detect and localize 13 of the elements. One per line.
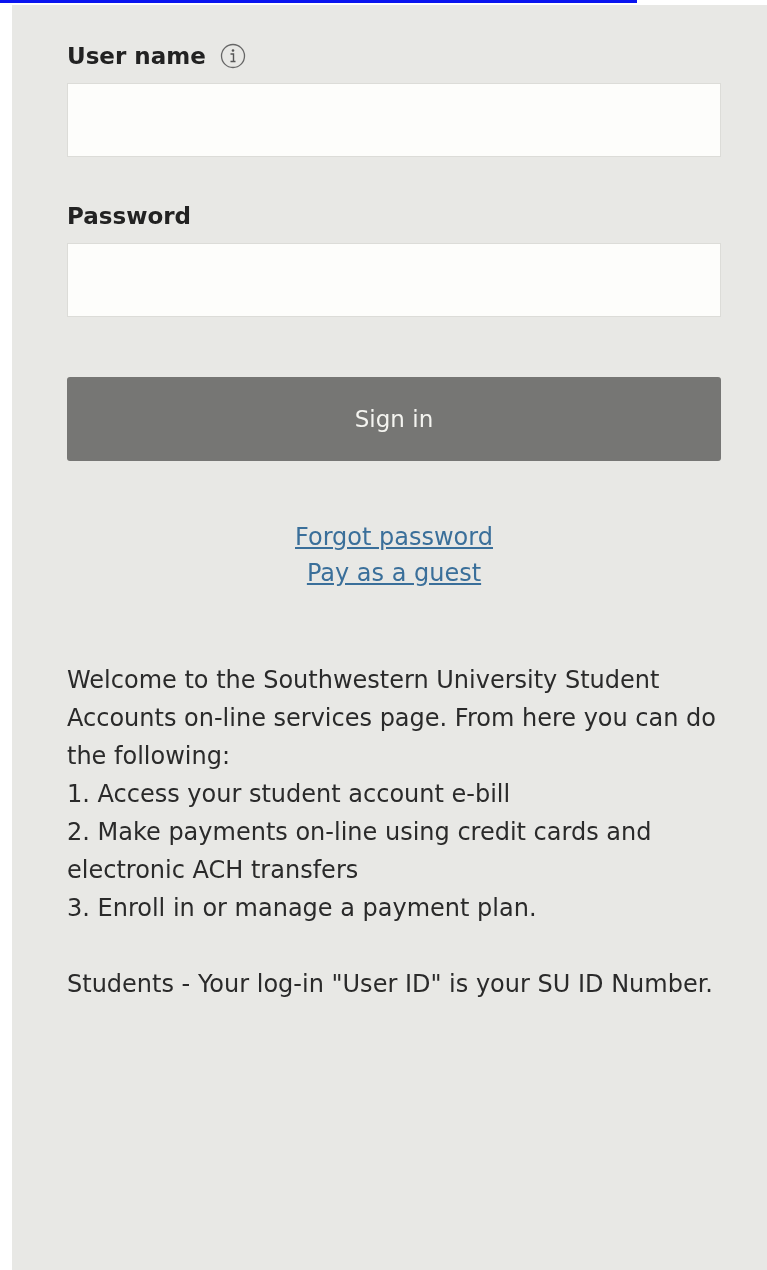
username-field[interactable] <box>67 83 721 157</box>
note-paragraph: Students - Your log-in "User ID" is your SU ID Number. <box>67 969 714 1000</box>
password-field[interactable] <box>67 243 721 317</box>
sign-in-button[interactable]: Sign in <box>67 377 721 461</box>
text-link[interactable]: Forgot password <box>295 519 493 555</box>
field-label: Password <box>67 203 191 229</box>
field-label: User name <box>67 43 206 69</box>
intro-paragraph: Welcome to the Southwestern University Student Accounts on-line services page. From here you can do the following: <box>67 665 718 772</box>
list-item: 1. Access your student account e-bill <box>67 779 512 810</box>
list-item: 2. Make payments on-line using credit cards and electronic ACH transfers <box>67 817 653 886</box>
text-link[interactable]: Pay as a guest <box>306 555 482 591</box>
list-item: 3. Enroll in or manage a payment plan. <box>67 893 538 924</box>
info-icon[interactable] <box>219 43 246 69</box>
